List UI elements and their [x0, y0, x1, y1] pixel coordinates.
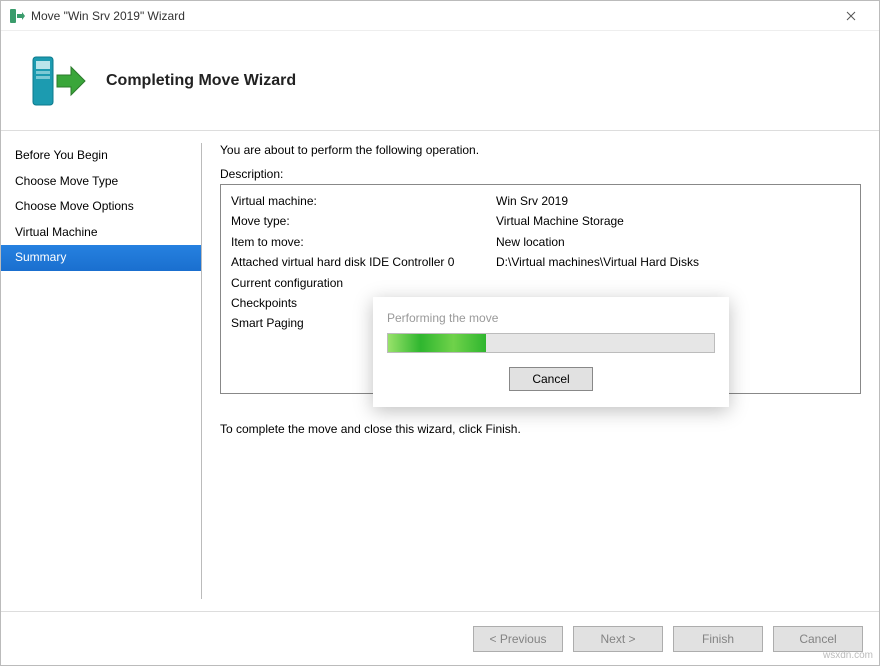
window-title: Move "Win Srv 2019" Wizard [31, 9, 831, 23]
row-value: New location [496, 232, 850, 252]
row-key: Item to move: [231, 232, 496, 252]
wizard-window: Move "Win Srv 2019" Wizard Completing Mo… [0, 0, 880, 666]
titlebar: Move "Win Srv 2019" Wizard [1, 1, 879, 31]
table-row: Item to move:New location [231, 232, 850, 252]
row-key: Move type: [231, 211, 496, 231]
sidebar: Before You Begin Choose Move Type Choose… [1, 131, 201, 611]
description-label: Description: [220, 167, 861, 181]
table-row: Current configuration [231, 273, 850, 293]
next-button[interactable]: Next > [573, 626, 663, 652]
sidebar-item-summary[interactable]: Summary [1, 245, 201, 271]
progress-bar [387, 333, 715, 353]
page-title: Completing Move Wizard [106, 72, 296, 90]
row-key: Attached virtual hard disk IDE Controlle… [231, 252, 496, 272]
row-value: Virtual Machine Storage [496, 211, 850, 231]
close-icon [846, 11, 856, 21]
watermark: wsxdn.com [823, 650, 873, 661]
finish-button[interactable]: Finish [673, 626, 763, 652]
header: Completing Move Wizard [1, 31, 879, 131]
intro-text: You are about to perform the following o… [220, 143, 861, 157]
progress-popup: Performing the move Cancel [373, 297, 729, 407]
close-button[interactable] [831, 2, 871, 30]
footer: < Previous Next > Finish Cancel [1, 611, 879, 665]
sidebar-item-virtual-machine[interactable]: Virtual Machine [1, 220, 201, 246]
table-row: Move type:Virtual Machine Storage [231, 211, 850, 231]
progress-label: Performing the move [387, 311, 715, 325]
row-value [496, 273, 850, 293]
previous-button[interactable]: < Previous [473, 626, 563, 652]
row-key: Virtual machine: [231, 191, 496, 211]
sidebar-item-choose-move-options[interactable]: Choose Move Options [1, 194, 201, 220]
sidebar-item-choose-move-type[interactable]: Choose Move Type [1, 169, 201, 195]
row-key: Current configuration [231, 273, 496, 293]
hint-text: To complete the move and close this wiza… [220, 422, 861, 436]
app-icon [9, 8, 25, 24]
sidebar-item-before-you-begin[interactable]: Before You Begin [1, 143, 201, 169]
table-row: Virtual machine:Win Srv 2019 [231, 191, 850, 211]
popup-cancel-button[interactable]: Cancel [509, 367, 593, 391]
progress-fill [388, 334, 486, 352]
row-value: D:\Virtual machines\Virtual Hard Disks [496, 252, 850, 272]
row-value: Win Srv 2019 [496, 191, 850, 211]
popup-button-row: Cancel [387, 367, 715, 391]
wizard-icon [31, 51, 86, 111]
cancel-button[interactable]: Cancel [773, 626, 863, 652]
table-row: Attached virtual hard disk IDE Controlle… [231, 252, 850, 272]
